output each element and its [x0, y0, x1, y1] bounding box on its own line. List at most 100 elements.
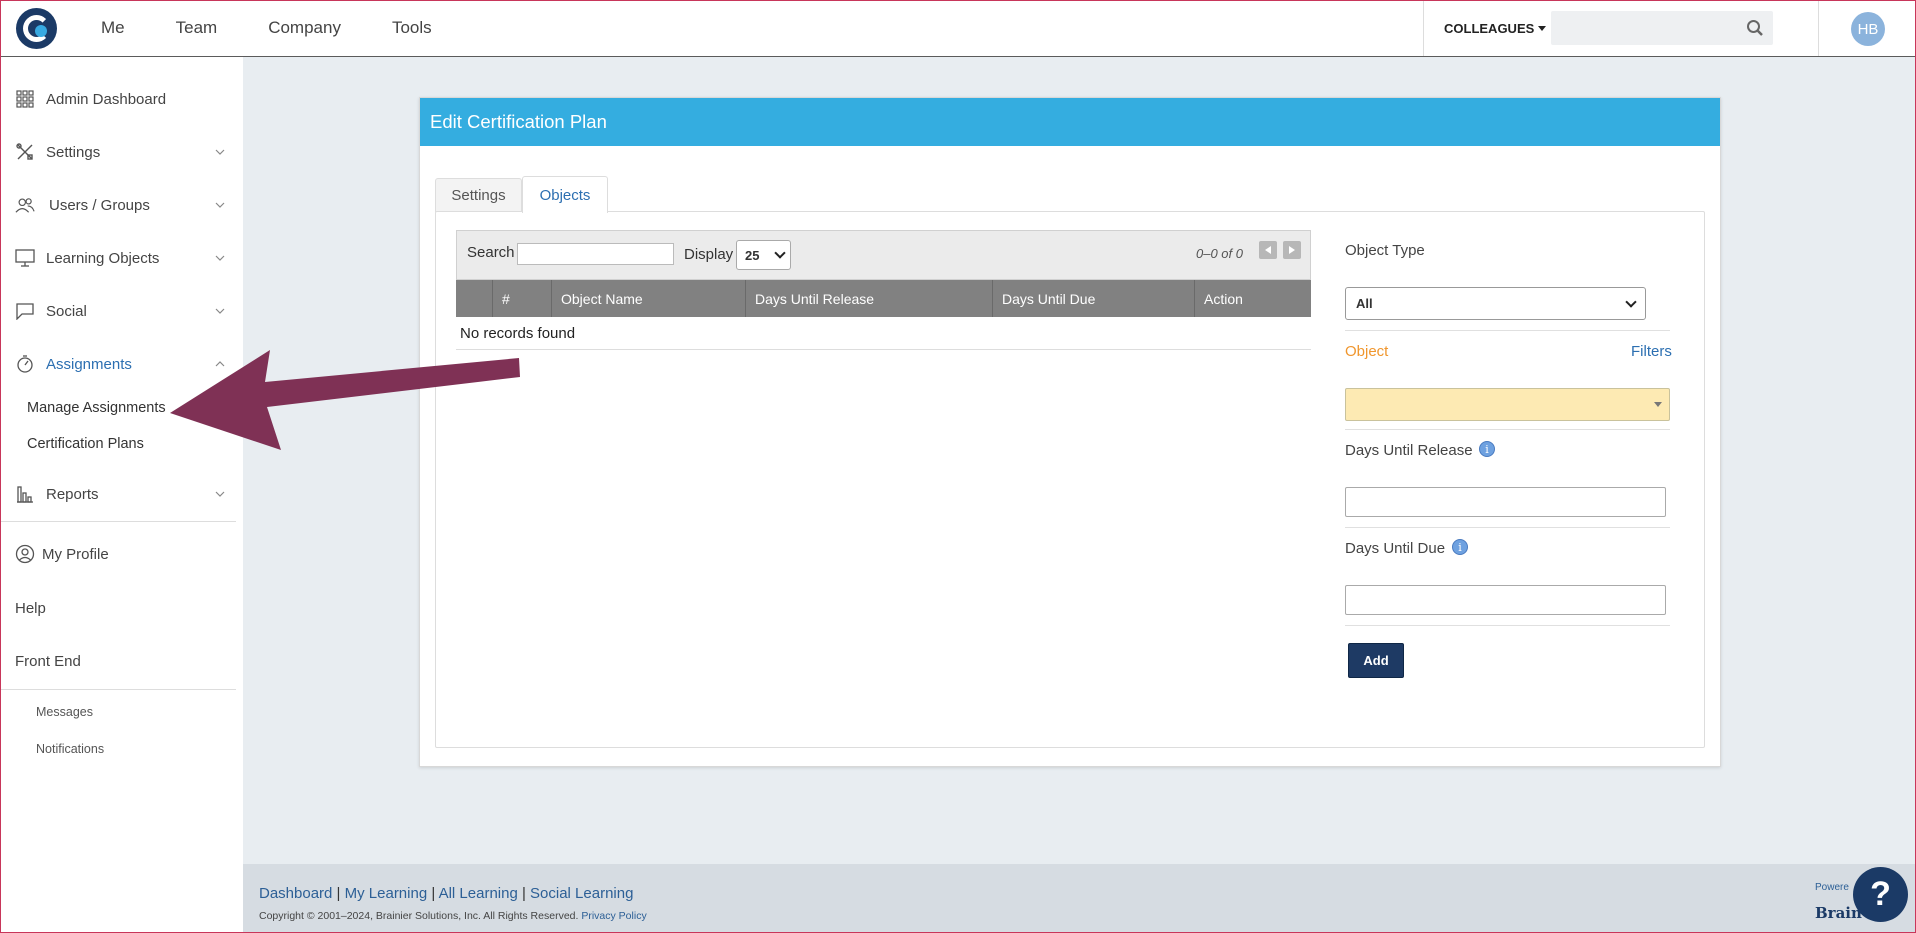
caret-down-icon: [1654, 402, 1662, 407]
top-nav-links: Me Team Company Tools: [101, 0, 483, 56]
chat-icon: [15, 301, 35, 321]
page-footer: Dashboard | My Learning | All Learning |…: [243, 864, 1916, 933]
monitor-icon: [15, 248, 35, 268]
info-icon[interactable]: i: [1479, 441, 1495, 457]
search-icon[interactable]: [1746, 19, 1764, 37]
footer-link-dashboard[interactable]: Dashboard: [259, 885, 332, 902]
powered-by-text: Powere: [1815, 882, 1849, 893]
copyright: Copyright © 2001–2024, Brainier Solution…: [259, 910, 647, 922]
object-label: Object: [1345, 343, 1389, 360]
user-circle-icon: [15, 544, 35, 564]
object-type-value: All: [1356, 296, 1373, 311]
object-type-select[interactable]: All: [1345, 287, 1646, 320]
sidebar-item-label: Admin Dashboard: [46, 90, 167, 108]
object-select[interactable]: [1345, 388, 1670, 421]
card-title: Edit Certification Plan: [420, 98, 1720, 146]
column-header-days-until-release[interactable]: Days Until Release: [746, 280, 993, 317]
display-count-select[interactable]: 25: [736, 240, 791, 270]
table-toolbar: Search Display 25 0–0 of 0: [456, 230, 1311, 280]
object-type-label: Object Type: [1345, 242, 1425, 259]
nav-team[interactable]: Team: [176, 18, 218, 38]
grid-icon: [15, 89, 35, 109]
sidebar-item-help[interactable]: Help: [15, 600, 46, 617]
global-search-input[interactable]: [1551, 11, 1773, 45]
sidebar-item-label: Reports: [46, 485, 99, 503]
sidebar-item-label: My Profile: [42, 545, 109, 563]
table-search-input[interactable]: [517, 243, 674, 265]
prev-page-button[interactable]: [1259, 241, 1277, 259]
privacy-policy-link[interactable]: Privacy Policy: [581, 910, 646, 922]
next-page-button[interactable]: [1283, 241, 1301, 259]
sidebar-item-users-groups[interactable]: Users / Groups: [0, 185, 243, 225]
tab-settings[interactable]: Settings: [435, 178, 522, 212]
sidebar-item-label: Settings: [46, 143, 101, 161]
sidebar-item-label: Social: [46, 302, 87, 320]
column-header-number[interactable]: #: [493, 280, 552, 317]
days-until-release-input[interactable]: [1345, 487, 1666, 517]
sidebar-item-my-profile[interactable]: My Profile: [0, 534, 243, 574]
objects-tab-panel: Search Display 25 0–0 of 0 # Object Name…: [435, 211, 1705, 748]
sidebar-item-reports[interactable]: Reports: [0, 474, 243, 514]
sidebar-subitem-manage-assignments[interactable]: Manage Assignments: [27, 400, 166, 416]
column-header-action[interactable]: Action: [1195, 280, 1311, 317]
sidebar-item-notifications[interactable]: Notifications: [36, 742, 104, 756]
sidebar-item-social[interactable]: Social: [0, 291, 243, 331]
chevron-down-icon: [215, 255, 225, 261]
tab-objects[interactable]: Objects: [522, 176, 608, 213]
search-label: Search: [467, 244, 515, 261]
table-empty-message: No records found: [456, 317, 1311, 350]
sidebar-item-label: Assignments: [46, 355, 132, 373]
column-header-days-until-due[interactable]: Days Until Due: [993, 280, 1195, 317]
copyright-text: Copyright © 2001–2024, Brainier Solution…: [259, 910, 579, 922]
sidebar-divider: [0, 521, 236, 522]
sidebar-item-admin-dashboard[interactable]: Admin Dashboard: [0, 79, 243, 119]
chevron-down-icon: [215, 149, 225, 155]
admin-sidebar: Admin Dashboard Settings Users / Groups …: [0, 57, 243, 933]
column-header-object-name[interactable]: Object Name: [552, 280, 746, 317]
top-navbar: Me Team Company Tools COLLEAGUES HB: [0, 0, 1916, 57]
annotation-arrow: [170, 350, 520, 450]
add-button[interactable]: Add: [1348, 643, 1404, 678]
nav-company[interactable]: Company: [268, 18, 341, 38]
form-divider: [1345, 429, 1670, 430]
sidebar-item-front-end[interactable]: Front End: [15, 653, 81, 670]
sidebar-item-settings[interactable]: Settings: [0, 132, 243, 172]
sidebar-divider: [0, 689, 236, 690]
days-until-due-input[interactable]: [1345, 585, 1666, 615]
display-count-value: 25: [745, 247, 760, 263]
sidebar-item-messages[interactable]: Messages: [36, 705, 93, 719]
triangle-left-icon: [1265, 246, 1271, 254]
tools-icon: [15, 142, 35, 162]
info-icon[interactable]: i: [1452, 539, 1468, 555]
nav-me[interactable]: Me: [101, 18, 125, 38]
filters-link[interactable]: Filters: [1631, 343, 1672, 360]
days-until-due-label: Days Until Due: [1345, 540, 1446, 557]
pager-text: 0–0 of 0: [1196, 246, 1243, 261]
chevron-down-icon: [215, 202, 225, 208]
chevron-down-icon: [774, 247, 786, 259]
user-menu: HB: [1818, 0, 1916, 56]
display-label: Display: [684, 246, 734, 263]
sidebar-subitem-certification-plans[interactable]: Certification Plans: [27, 436, 144, 452]
bar-chart-icon: [15, 484, 35, 504]
app-logo[interactable]: [16, 8, 57, 49]
sidebar-item-learning-objects[interactable]: Learning Objects: [0, 238, 243, 278]
triangle-right-icon: [1289, 246, 1295, 254]
help-button[interactable]: ?: [1853, 867, 1908, 922]
chevron-down-icon: [1625, 296, 1637, 308]
stopwatch-icon: [15, 354, 35, 374]
column-header-select[interactable]: [456, 280, 493, 317]
edit-certification-plan-card: Edit Certification Plan Settings Objects…: [419, 97, 1721, 767]
sidebar-item-label: Learning Objects: [46, 249, 160, 267]
footer-link-all-learning[interactable]: All Learning: [439, 885, 518, 902]
chevron-down-icon: [215, 491, 225, 497]
colleagues-dropdown[interactable]: COLLEAGUES: [1423, 0, 1547, 56]
form-divider: [1345, 527, 1670, 528]
nav-tools[interactable]: Tools: [392, 18, 432, 38]
colleagues-label: COLLEAGUES: [1444, 20, 1535, 36]
footer-link-my-learning[interactable]: My Learning: [345, 885, 428, 902]
footer-link-social-learning[interactable]: Social Learning: [530, 885, 633, 902]
table-header: # Object Name Days Until Release Days Un…: [456, 280, 1311, 317]
avatar[interactable]: HB: [1851, 12, 1885, 46]
caret-down-icon: [1538, 25, 1547, 31]
